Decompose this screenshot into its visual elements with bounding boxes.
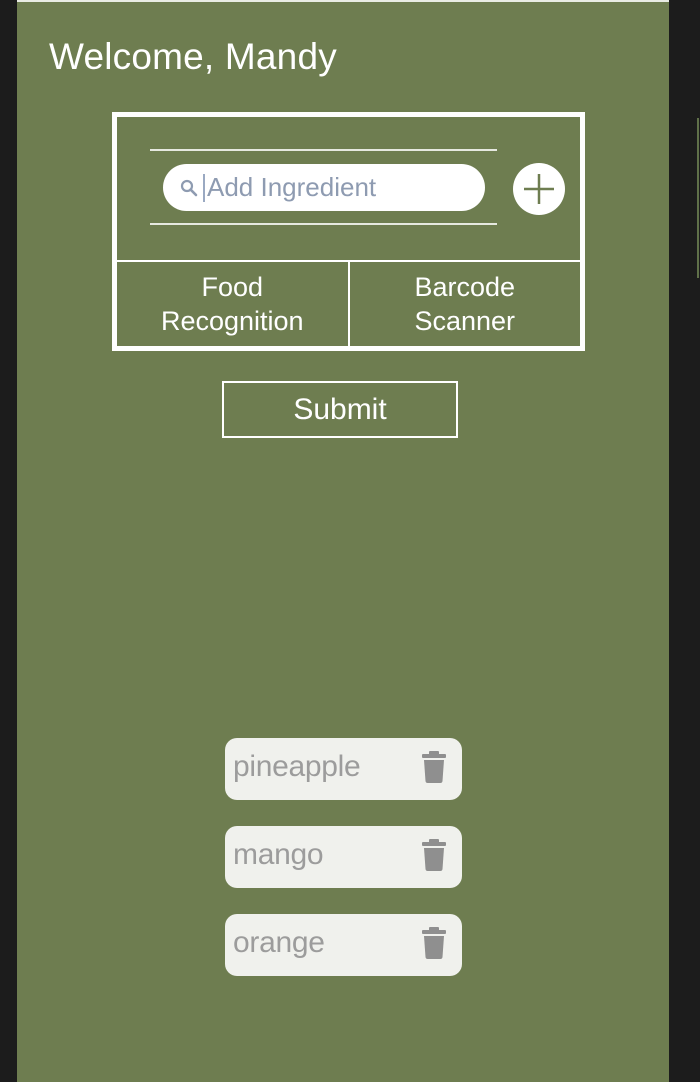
- ingredient-entry-panel: Food Recognition Barcode Scanner: [112, 112, 585, 351]
- ingredient-chip: pineapple: [225, 738, 462, 800]
- ingredient-name: pineapple: [233, 750, 361, 783]
- trash-icon: [422, 839, 446, 871]
- trash-icon: [422, 927, 446, 959]
- divider-line: [150, 223, 497, 225]
- add-ingredient-input[interactable]: [205, 172, 467, 203]
- submit-button[interactable]: Submit: [222, 381, 458, 438]
- search-field[interactable]: [163, 164, 485, 211]
- food-recognition-label-line1: Food: [201, 272, 264, 302]
- app-screen: Welcome, Mandy Add Ingredient Food Recog…: [17, 0, 669, 1082]
- delete-ingredient-button[interactable]: [419, 838, 449, 872]
- delete-ingredient-button[interactable]: [419, 750, 449, 784]
- ingredient-name: mango: [233, 838, 324, 871]
- search-area: [117, 117, 580, 262]
- search-icon: [177, 176, 201, 200]
- food-recognition-label-line2: Recognition: [160, 306, 304, 336]
- welcome-title: Welcome, Mandy: [49, 36, 337, 77]
- divider-line: [150, 149, 497, 151]
- ingredient-name: orange: [233, 926, 325, 959]
- food-recognition-button[interactable]: Food Recognition: [117, 262, 350, 346]
- ingredient-chip: orange: [225, 914, 462, 976]
- input-method-row: Food Recognition Barcode Scanner: [117, 262, 580, 346]
- right-frame: [669, 0, 700, 1082]
- barcode-scanner-button[interactable]: Barcode Scanner: [350, 262, 581, 346]
- plus-icon: [524, 174, 554, 204]
- delete-ingredient-button[interactable]: [419, 926, 449, 960]
- add-ingredient-button[interactable]: [513, 163, 565, 215]
- left-frame: [0, 0, 17, 1082]
- ingredient-chip: mango: [225, 826, 462, 888]
- trash-icon: [422, 751, 446, 783]
- barcode-scanner-label-line2: Scanner: [414, 306, 516, 336]
- frame-edge-line: [697, 118, 699, 278]
- top-border: [17, 0, 669, 2]
- barcode-scanner-label-line1: Barcode: [414, 272, 516, 302]
- ingredient-list: pineapple mango orange: [225, 738, 462, 1002]
